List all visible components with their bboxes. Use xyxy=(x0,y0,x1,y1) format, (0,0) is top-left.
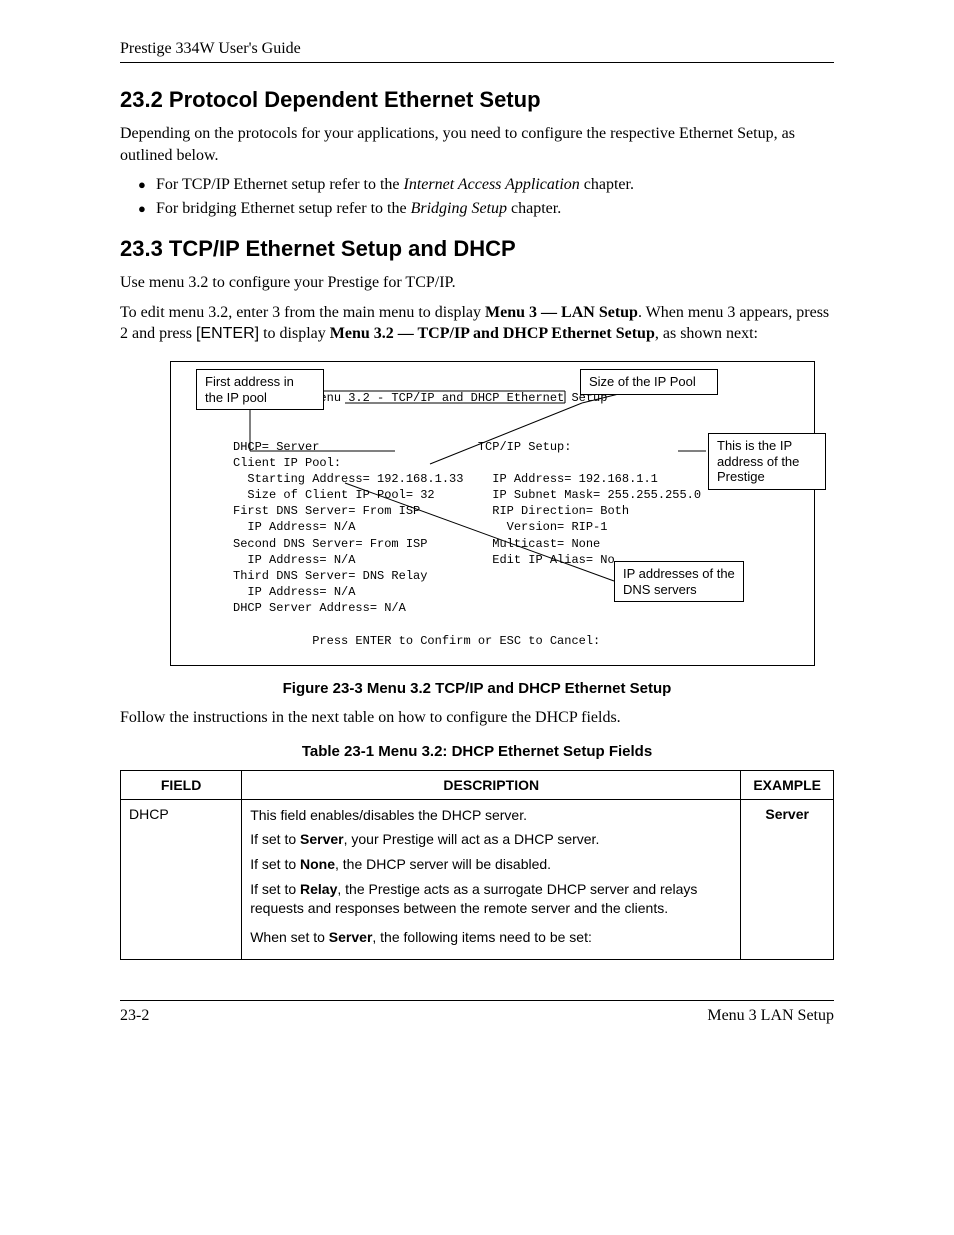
bullet-bridging-em: Bridging Setup xyxy=(411,200,507,217)
header-divider xyxy=(120,62,834,63)
d4-b: Relay xyxy=(300,881,337,897)
th-description: DESCRIPTION xyxy=(242,770,741,799)
section-23-3-heading: 23.3 TCP/IP Ethernet Setup and DHCP xyxy=(120,236,834,262)
d5-post: , the following items need to be set: xyxy=(372,929,591,945)
section-23-3-p2: To edit menu 3.2, enter 3 from the main … xyxy=(120,302,834,345)
d3-b: None xyxy=(300,856,335,872)
p2-post: , as shown next: xyxy=(655,325,758,342)
d2-b: Server xyxy=(300,831,344,847)
p2-mid2: to display xyxy=(259,325,330,342)
d5-b: Server xyxy=(329,929,373,945)
section-23-2-bullets: For TCP/IP Ethernet setup refer to the I… xyxy=(120,176,834,218)
d3-post: , the DHCP server will be disabled. xyxy=(335,856,551,872)
footer-divider xyxy=(120,1000,834,1001)
table-23-1: FIELD DESCRIPTION EXAMPLE DHCP This fiel… xyxy=(120,770,834,960)
page-footer: 23-2 Menu 3 LAN Setup xyxy=(120,1007,834,1025)
terminal-footer: Press ENTER to Confirm or ESC to Cancel: xyxy=(233,634,600,648)
d5-pre: When set to xyxy=(250,929,329,945)
d2-pre: If set to xyxy=(250,831,300,847)
footer-section: Menu 3 LAN Setup xyxy=(707,1007,834,1025)
d2-post: , your Prestige will act as a DHCP serve… xyxy=(344,831,600,847)
section-23-3-p1: Use menu 3.2 to configure your Prestige … xyxy=(120,272,834,294)
bullet-tcpip: For TCP/IP Ethernet setup refer to the I… xyxy=(138,176,834,194)
section-23-2-intro: Depending on the protocols for your appl… xyxy=(120,123,834,166)
footer-page-num: 23-2 xyxy=(120,1007,149,1025)
callout-dns-servers: IP addresses of the DNS servers xyxy=(614,561,744,602)
bullet-tcpip-em: Internet Access Application xyxy=(404,176,580,193)
bullet-tcpip-pre: For TCP/IP Ethernet setup refer to the xyxy=(156,176,404,193)
p2-enter-key: [ENTER] xyxy=(196,325,259,342)
bullet-tcpip-post: chapter. xyxy=(580,176,634,193)
figure-23-3: First address in the IP pool Size of the… xyxy=(170,361,815,666)
bullet-bridging: For bridging Ethernet setup refer to the… xyxy=(138,200,834,218)
callout-ip-prestige: This is the IP address of the Prestige xyxy=(708,433,826,490)
th-example: EXAMPLE xyxy=(741,770,834,799)
d1: This field enables/disables the DHCP ser… xyxy=(250,807,527,823)
after-figure-text: Follow the instructions in the next tabl… xyxy=(120,707,834,729)
td-example-dhcp: Server xyxy=(741,799,834,959)
table-header-row: FIELD DESCRIPTION EXAMPLE xyxy=(121,770,834,799)
table-row: DHCP This field enables/disables the DHC… xyxy=(121,799,834,959)
callout-first-address: First address in the IP pool xyxy=(196,369,324,410)
p2-menu3: Menu 3 — LAN Setup xyxy=(485,304,638,321)
td-desc-dhcp: This field enables/disables the DHCP ser… xyxy=(242,799,741,959)
td-field-dhcp: DHCP xyxy=(121,799,242,959)
bullet-bridging-post: chapter. xyxy=(507,200,561,217)
section-23-2-heading: 23.2 Protocol Dependent Ethernet Setup xyxy=(120,87,834,113)
p2-menu32: Menu 3.2 — TCP/IP and DHCP Ethernet Setu… xyxy=(330,325,655,342)
d4-pre: If set to xyxy=(250,881,300,897)
th-field: FIELD xyxy=(121,770,242,799)
figure-23-3-caption: Figure 23-3 Menu 3.2 TCP/IP and DHCP Eth… xyxy=(120,680,834,697)
bullet-bridging-pre: For bridging Ethernet setup refer to the xyxy=(156,200,411,217)
d3-pre: If set to xyxy=(250,856,300,872)
header-title: Prestige 334W User's Guide xyxy=(120,40,834,58)
table-23-1-caption: Table 23-1 Menu 3.2: DHCP Ethernet Setup… xyxy=(120,743,834,760)
p2-pre: To edit menu 3.2, enter 3 from the main … xyxy=(120,304,485,321)
callout-size-pool: Size of the IP Pool xyxy=(580,369,718,395)
